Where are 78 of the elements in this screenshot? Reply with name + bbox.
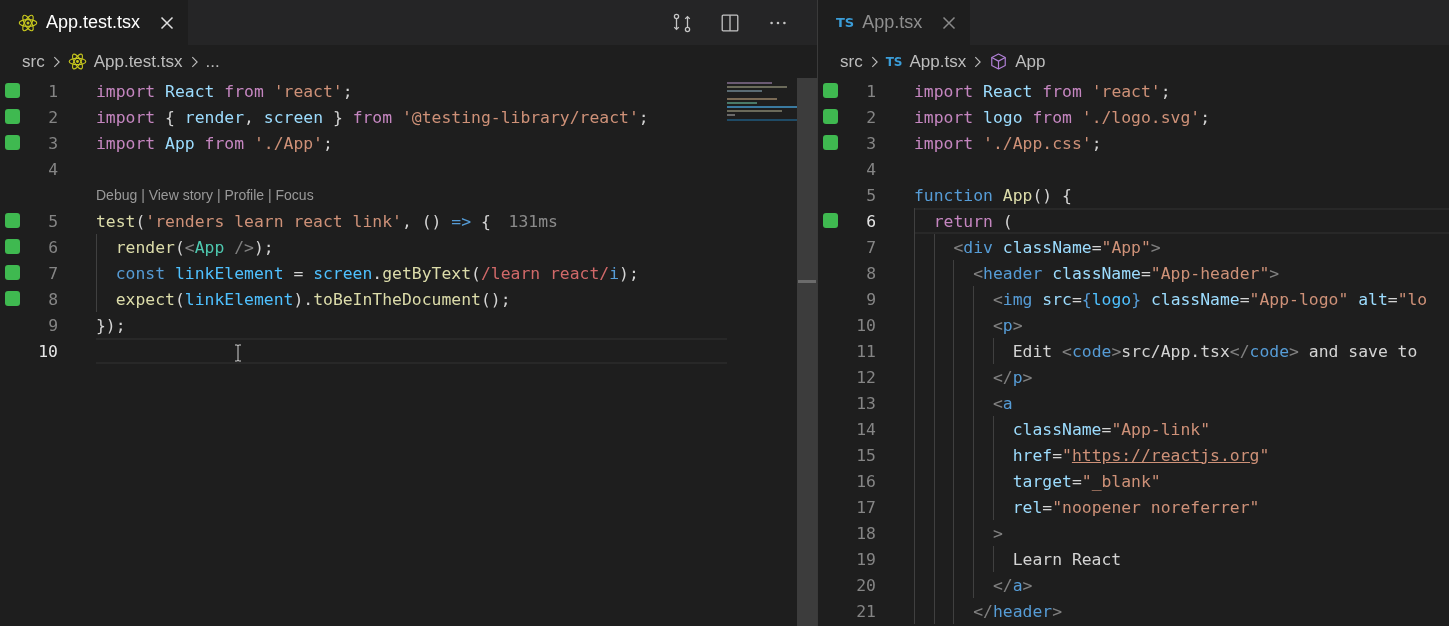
line-number: 11: [856, 341, 876, 361]
chevron-right-icon: [973, 54, 983, 69]
line-number: 6: [866, 211, 876, 231]
line-number: 5: [48, 211, 58, 231]
code-line: <div className="App">: [952, 237, 1161, 257]
code-line: Edit <code>src/App.tsx</code> and save to: [1011, 341, 1418, 361]
line-number: 4: [48, 159, 58, 179]
compare-changes-icon[interactable]: [671, 11, 693, 34]
line-number: 20: [856, 575, 876, 595]
line-number: 16: [856, 471, 876, 491]
line-number: 9: [866, 289, 876, 309]
line-number: 5: [866, 185, 876, 205]
code-line: import React from 'react';: [914, 81, 1171, 101]
line-number: 7: [866, 237, 876, 257]
breadcrumb-item[interactable]: src: [22, 51, 45, 72]
editor-tab[interactable]: App.test.tsx: [0, 0, 189, 45]
line-number: 1: [866, 81, 876, 101]
code-line: import App from './App';: [96, 133, 333, 153]
breadcrumb-item[interactable]: App.test.tsx: [93, 51, 183, 72]
scrollbar[interactable]: [797, 78, 817, 626]
code-line: <p>: [991, 315, 1023, 335]
code-line: });: [96, 315, 126, 335]
text-cursor-icon: [234, 344, 242, 362]
chevron-right-icon: [51, 54, 61, 69]
code-line: </a>: [991, 575, 1033, 595]
line-number: 10: [38, 341, 58, 361]
line-number: 12: [856, 367, 876, 387]
line-number: 6: [48, 237, 58, 257]
code-line: import { render, screen } from '@testing-library/react';: [96, 107, 649, 127]
line-number: 18: [856, 523, 876, 543]
line-number: 3: [48, 133, 58, 153]
code-line: return (: [932, 211, 1013, 231]
code-line: test('renders learn react link', () => {: [96, 211, 491, 231]
code-line: import React from 'react';: [96, 81, 353, 101]
code-line: const linkElement = screen.getByText(/learn react/i);: [114, 263, 639, 283]
line-number: 1: [48, 81, 58, 101]
line-number: 19: [856, 549, 876, 569]
typescript-label: TS: [836, 15, 855, 30]
code-line: </header>: [972, 601, 1063, 621]
code-line: function App() {: [914, 185, 1072, 205]
code-line: <img src={logo} className="App-logo" alt="lo: [991, 289, 1428, 309]
code-line: render(<App />);: [114, 237, 274, 257]
code-line: href="https://reactjs.org": [1011, 445, 1270, 465]
code-line: Learn React: [1011, 549, 1122, 569]
line-number: 14: [856, 419, 876, 439]
line-number: 21: [856, 601, 876, 621]
line-number: 10: [856, 315, 876, 335]
duration-hint: 131ms: [508, 211, 558, 231]
breadcrumb-item[interactable]: App.tsx: [909, 51, 967, 72]
code-line: expect(linkElement).toBeInTheDocument();: [114, 289, 511, 309]
line-number: 15: [856, 445, 876, 465]
line-number: 4: [866, 159, 876, 179]
chevron-right-icon: [189, 54, 199, 69]
editor-tab[interactable]: TS App.tsx: [818, 0, 971, 45]
code-line: <a: [991, 393, 1013, 413]
line-number: 9: [48, 315, 58, 335]
code-line: >: [991, 523, 1003, 543]
line-number: 17: [856, 497, 876, 517]
chevron-right-icon: [869, 54, 879, 69]
code-line: </p>: [991, 367, 1033, 387]
code-line: <header className="App-header">: [972, 263, 1280, 283]
breadcrumb-item[interactable]: ...: [205, 51, 220, 72]
line-number: 8: [48, 289, 58, 309]
code-line: target="_blank": [1011, 471, 1161, 491]
code-line: className="App-link": [1011, 419, 1211, 439]
breadcrumb-item[interactable]: src: [840, 51, 863, 72]
breadcrumb-item[interactable]: App: [1015, 51, 1046, 72]
codelens-actions[interactable]: Debug | View story | Profile | Focus: [96, 187, 314, 203]
line-number: 7: [48, 263, 58, 283]
code-line: import './App.css';: [914, 133, 1102, 153]
line-number: 3: [866, 133, 876, 153]
line-number: 2: [866, 107, 876, 127]
line-number: 13: [856, 393, 876, 413]
line-number: 8: [866, 263, 876, 283]
typescript-label: TS: [885, 54, 903, 69]
code-line: rel="noopener noreferrer": [1011, 497, 1260, 517]
line-number: 2: [48, 107, 58, 127]
code-line: import logo from './logo.svg';: [914, 107, 1211, 127]
